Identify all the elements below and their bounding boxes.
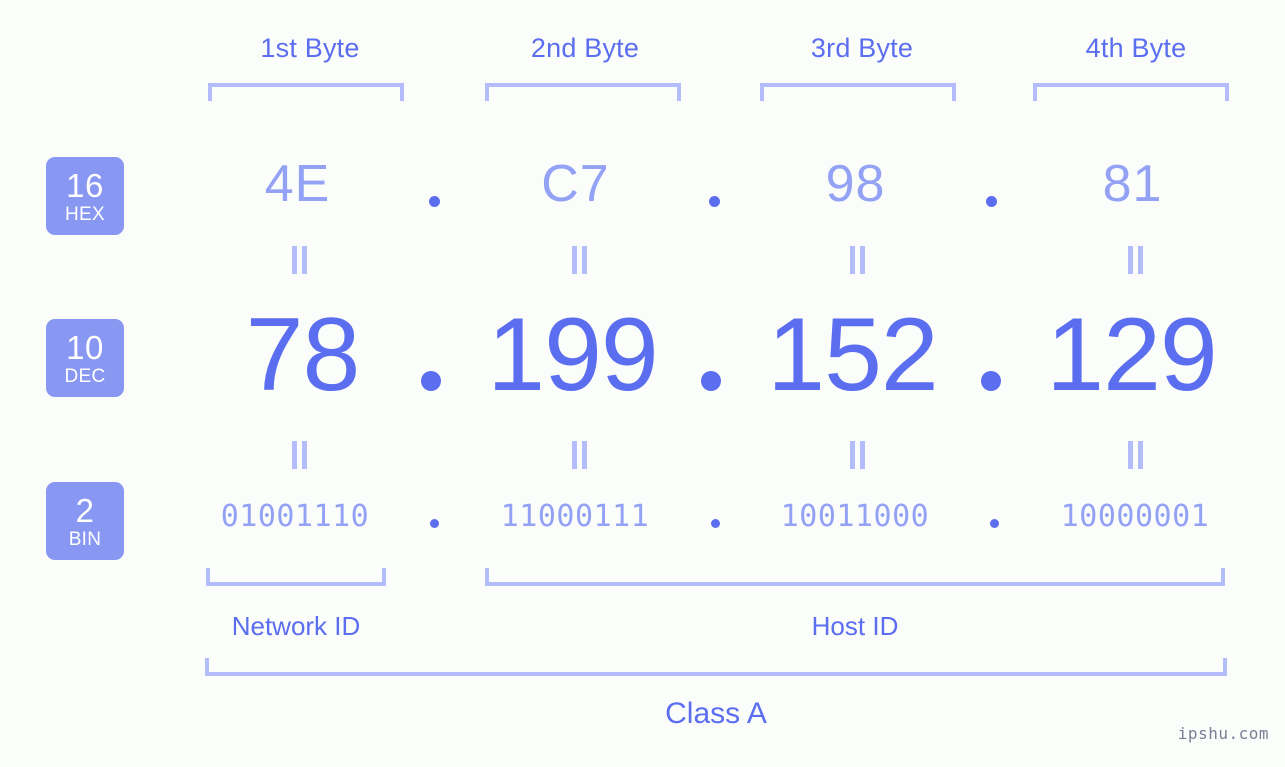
- equals-dec-bin-1: [288, 441, 310, 469]
- byte-header-1: 1st Byte: [260, 33, 360, 63]
- class-bracket: [205, 658, 1227, 676]
- bin-byte-2: 11000111: [500, 499, 650, 534]
- byte-bracket-1: [208, 83, 404, 101]
- equals-hex-dec-4: [1124, 246, 1146, 274]
- bin-byte-1: 01001110: [220, 499, 370, 534]
- dec-separator-dot-1: [421, 371, 441, 391]
- bin-separator-dot-1: [430, 519, 439, 528]
- equals-hex-dec-3: [846, 246, 868, 274]
- dec-byte-3: 152: [767, 297, 939, 413]
- bin-badge-name: BIN: [68, 528, 102, 550]
- hex-byte-2: C7: [541, 155, 610, 213]
- class-label: Class A: [665, 697, 767, 730]
- host-id-bracket: [485, 568, 1225, 586]
- equals-dec-bin-3: [846, 441, 868, 469]
- hex-byte-3: 98: [825, 155, 886, 213]
- bin-separator-dot-3: [990, 519, 999, 528]
- bin-badge: 2 BIN: [46, 482, 124, 560]
- dec-separator-dot-3: [981, 371, 1001, 391]
- hex-badge: 16 HEX: [46, 157, 124, 235]
- byte-header-4: 4th Byte: [1085, 33, 1187, 63]
- hex-byte-1: 4E: [264, 155, 331, 213]
- dec-separator-dot-2: [701, 371, 721, 391]
- hex-separator-dot-1: [429, 196, 440, 207]
- hex-separator-dot-3: [986, 196, 997, 207]
- bin-badge-base: 2: [75, 491, 95, 529]
- site-watermark: ipshu.com: [1177, 724, 1269, 743]
- equals-dec-bin-4: [1124, 441, 1146, 469]
- dec-badge-name: DEC: [64, 365, 106, 387]
- byte-header-3: 3rd Byte: [810, 33, 914, 63]
- hex-badge-base: 16: [66, 166, 104, 204]
- network-id-label: Network ID: [231, 611, 361, 641]
- equals-dec-bin-2: [568, 441, 590, 469]
- dec-byte-2: 199: [487, 297, 659, 413]
- byte-bracket-4: [1033, 83, 1229, 101]
- hex-byte-4: 81: [1102, 155, 1163, 213]
- ip-address-breakdown-diagram: 1st Byte 2nd Byte 3rd Byte 4th Byte 16 H…: [0, 0, 1285, 767]
- byte-bracket-2: [485, 83, 681, 101]
- host-id-label: Host ID: [811, 611, 899, 641]
- bin-separator-dot-2: [711, 519, 720, 528]
- bin-byte-4: 10000001: [1060, 499, 1210, 534]
- dec-byte-1: 78: [245, 297, 361, 413]
- equals-hex-dec-1: [288, 246, 310, 274]
- byte-bracket-3: [760, 83, 956, 101]
- equals-hex-dec-2: [568, 246, 590, 274]
- bin-byte-3: 10011000: [780, 499, 930, 534]
- dec-byte-4: 129: [1046, 297, 1218, 413]
- byte-header-2: 2nd Byte: [530, 33, 640, 63]
- hex-separator-dot-2: [709, 196, 720, 207]
- hex-badge-name: HEX: [65, 203, 105, 225]
- dec-badge: 10 DEC: [46, 319, 124, 397]
- dec-badge-base: 10: [66, 328, 104, 366]
- network-id-bracket: [206, 568, 386, 586]
